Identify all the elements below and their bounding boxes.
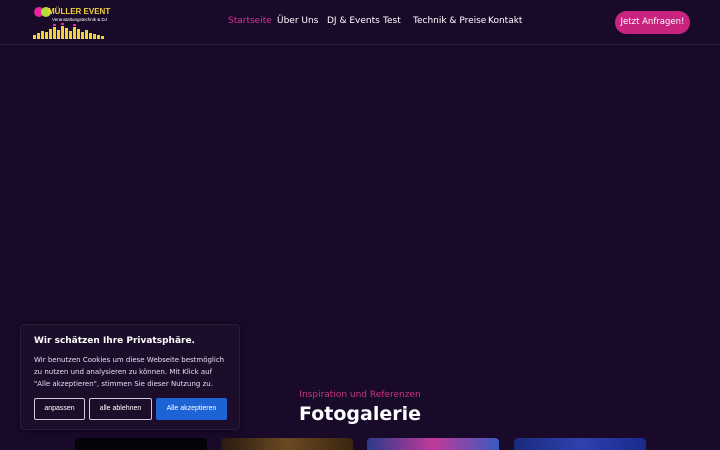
nav-item-kontakt[interactable]: Kontakt bbox=[488, 16, 522, 26]
nav-item-test[interactable]: Test bbox=[383, 16, 401, 26]
cookie-text: Wir benutzen Cookies um diese Webseite b… bbox=[34, 356, 225, 388]
logo-name: MÜLLER EVENT bbox=[48, 7, 111, 16]
nav-item-technik-preise[interactable]: Technik & Preise bbox=[413, 16, 486, 26]
main-nav: Startseite Über Uns DJ & Events Test Tec… bbox=[0, 16, 720, 30]
cookie-customize-button[interactable]: anpassen bbox=[34, 398, 85, 420]
gallery-thumbnail[interactable] bbox=[514, 438, 646, 450]
cta-button[interactable]: Jetzt Anfragen! bbox=[615, 11, 690, 34]
cookie-reject-button[interactable]: alle ablehnen bbox=[89, 398, 152, 420]
cookie-title: Wir schätzen Ihre Privatsphäre. bbox=[34, 336, 195, 346]
site-header: MÜLLER EVENT Veranstaltungstechnik & DJ … bbox=[0, 0, 720, 45]
gallery-thumbnail[interactable] bbox=[221, 438, 353, 450]
cookie-accept-button[interactable]: Alle akzeptieren bbox=[156, 398, 227, 420]
gallery-thumbnail[interactable] bbox=[75, 438, 207, 450]
nav-item-startseite[interactable]: Startseite bbox=[228, 16, 272, 26]
nav-item-dj-events[interactable]: DJ & Events bbox=[327, 16, 380, 26]
gallery-thumbnail[interactable] bbox=[367, 438, 499, 450]
cookie-banner: Wir schätzen Ihre Privatsphäre. Wir benu… bbox=[20, 324, 240, 430]
nav-item-ueber-uns[interactable]: Über Uns bbox=[277, 16, 318, 26]
